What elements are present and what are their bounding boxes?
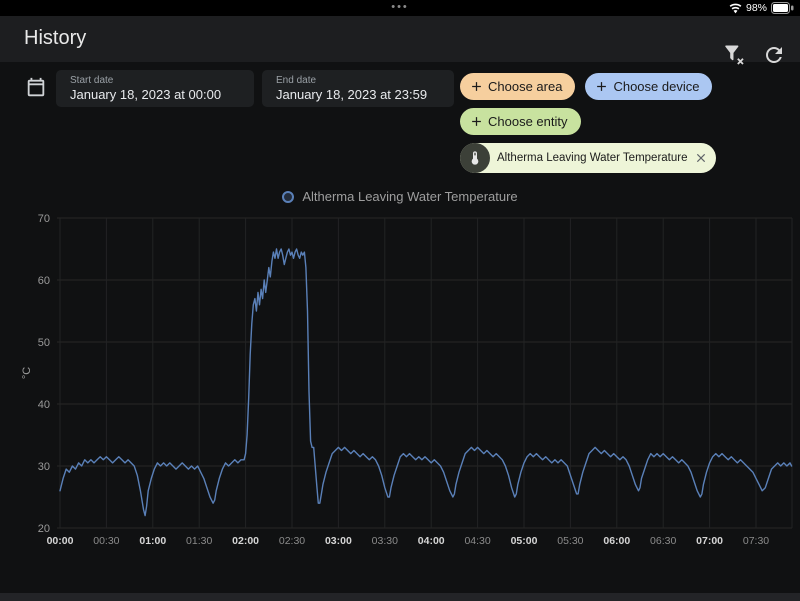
refresh-button[interactable] [762,43,786,67]
end-date-field[interactable]: End date January 18, 2023 at 23:59 [262,70,454,107]
calendar-icon [25,77,47,102]
svg-text:06:30: 06:30 [650,535,676,547]
svg-text:20: 20 [38,523,50,535]
battery-icon [771,2,794,14]
calendar-button[interactable] [24,77,48,101]
svg-text:02:30: 02:30 [279,535,305,547]
start-date-value: January 18, 2023 at 00:00 [70,87,222,102]
svg-text:02:00: 02:00 [232,535,259,547]
status-bar: ••• 98% [0,0,800,16]
svg-text:04:30: 04:30 [464,535,490,547]
refresh-icon [762,47,786,70]
svg-text:60: 60 [38,275,50,287]
filter-remove-icon [722,45,746,70]
start-date-field[interactable]: Start date January 18, 2023 at 00:00 [56,70,254,107]
plus-icon [469,114,484,129]
svg-text:05:30: 05:30 [557,535,583,547]
status-indicators: 98% [729,1,794,15]
end-date-value: January 18, 2023 at 23:59 [276,87,428,102]
end-date-label: End date [276,75,317,86]
remove-entity-button[interactable] [694,151,708,165]
plus-icon [594,79,609,94]
page-title: History [24,27,87,49]
start-date-label: Start date [70,75,114,86]
svg-text:07:00: 07:00 [696,535,723,547]
svg-text:01:30: 01:30 [186,535,212,547]
chip-choose-area-label: Choose area [488,79,563,94]
chip-choose-device[interactable]: Choose device [585,73,713,100]
chip-choose-entity[interactable]: Choose entity [460,108,581,135]
bottom-bar [0,593,800,601]
chip-choose-area[interactable]: Choose area [460,73,576,100]
chip-choose-entity-label: Choose entity [488,114,568,129]
svg-text:03:00: 03:00 [325,535,352,547]
svg-text:00:30: 00:30 [93,535,119,547]
svg-text:03:30: 03:30 [372,535,398,547]
svg-text:07:30: 07:30 [743,535,769,547]
svg-text:01:00: 01:00 [139,535,166,547]
history-chart-svg[interactable]: 70 60 50 40 30 2000:00 00:30 01:00 01:30 02:00 02:… [0,200,800,560]
plus-icon [469,79,484,94]
app-header: History [0,16,800,65]
chip-choose-device-label: Choose device [613,79,700,94]
svg-text:50: 50 [38,337,50,349]
svg-text:30: 30 [38,461,50,473]
remove-filters-button[interactable] [722,43,746,67]
wifi-icon [729,2,742,15]
svg-text:06:00: 06:00 [603,535,630,547]
thermometer-icon [467,150,483,166]
svg-text:04:00: 04:00 [418,535,445,547]
app-switcher-handle: ••• [391,1,409,13]
history-page: ••• 98% History Start date January 18, 2… [0,0,800,601]
entity-avatar [460,143,490,173]
battery-percent: 98% [745,2,767,14]
svg-text:70: 70 [38,213,50,225]
selected-entity-label: Altherma Leaving Water Temperature [497,152,688,164]
selected-entity-chip[interactable]: Altherma Leaving Water Temperature [460,143,717,173]
svg-text:°C: °C [21,367,33,379]
filter-chips: Choose area Choose device Choose entity [460,73,796,173]
svg-text:05:00: 05:00 [511,535,538,547]
svg-text:40: 40 [38,399,50,411]
svg-text:00:00: 00:00 [47,535,74,547]
